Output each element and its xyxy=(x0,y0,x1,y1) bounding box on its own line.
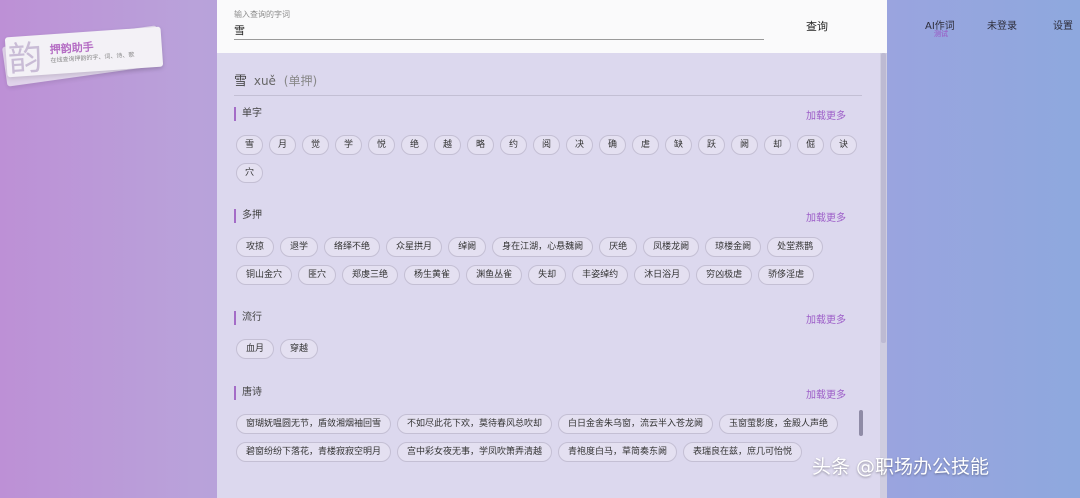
rhyme-chip[interactable]: 众星拱月 xyxy=(386,237,443,257)
watermark: 头条 @职场办公技能 xyxy=(812,456,990,478)
section-title: 唐诗 xyxy=(234,386,862,400)
rhyme-chip[interactable]: 觉 xyxy=(302,135,329,155)
rhyme-chip[interactable]: 骄侈淫虐 xyxy=(758,265,815,285)
rhyme-chip[interactable]: 倔 xyxy=(797,135,824,155)
rhyme-chip[interactable]: 悦 xyxy=(368,135,395,155)
rhyme-chip[interactable]: 却 xyxy=(764,135,791,155)
rhyme-chip[interactable]: 绰阙 xyxy=(448,237,487,257)
rhyme-chip[interactable]: 沐日浴月 xyxy=(634,265,691,285)
logo[interactable]: 韵 押韵助手 在线查询押韵的字、词、诗、歌 xyxy=(4,26,164,81)
section-title: 流行 xyxy=(234,311,862,325)
result-word: 雪 xyxy=(234,74,248,89)
section-popular: 流行 加载更多 血月 穿越 xyxy=(234,311,862,359)
page-scrollbar-thumb[interactable] xyxy=(881,53,886,343)
rhyme-chip[interactable]: 跃 xyxy=(698,135,725,155)
search-input[interactable] xyxy=(234,20,764,40)
search-label: 输入查询的字词 xyxy=(234,10,290,19)
load-more-button[interactable]: 加载更多 xyxy=(806,311,846,326)
rhyme-chip[interactable]: 虐 xyxy=(632,135,659,155)
rhyme-chip[interactable]: 攻掠 xyxy=(236,237,275,257)
rhyme-chip[interactable]: 络绎不绝 xyxy=(324,237,381,257)
rhyme-chip[interactable]: 处堂燕鹊 xyxy=(767,237,824,257)
chip-list: 雪月觉学悦绝越略约阅决确虐缺跃阙却倔诀穴 xyxy=(234,135,862,183)
page-scrollbar[interactable] xyxy=(880,53,887,498)
rhyme-chip[interactable]: 穿越 xyxy=(280,339,319,359)
rhyme-chip[interactable]: 匪穴 xyxy=(298,265,337,285)
section-multi: 多押 加载更多 攻掠 退学 络绎不绝 众星拱月 绰阙 身在江湖，心悬魏阙 厌绝 凤楼龙阙 琼楼金… xyxy=(234,209,862,285)
rhyme-chip[interactable]: 宫中彩女夜无事，学凤吹箫弄清越 xyxy=(397,442,553,462)
results-panel: 雪 xuě (单押) 单字 加载更多 雪月觉学悦绝越略约阅决确虐缺跃阙却倔诀穴 … xyxy=(217,53,887,498)
rhyme-chip[interactable]: 血月 xyxy=(236,339,275,359)
rhyme-chip[interactable]: 学 xyxy=(335,135,362,155)
section-tang-poems: 唐诗 加载更多 窗瑚妩嗢圆无节，盾敛湘烟袖回雪 不如尽此花下欢，莫待春风总吹却 白日… xyxy=(234,386,862,462)
rhyme-chip[interactable]: 越 xyxy=(434,135,461,155)
rhyme-chip[interactable]: 穴 xyxy=(236,163,263,183)
rhyme-chip[interactable]: 丰姿绰约 xyxy=(572,265,629,285)
rhyme-chip[interactable]: 绝 xyxy=(401,135,428,155)
result-heading: 雪 xuě (单押) xyxy=(234,70,317,89)
result-type: (单押) xyxy=(283,74,318,88)
rhyme-chip[interactable]: 青袍度白马，草简奏东阙 xyxy=(558,442,678,462)
rhyme-chip[interactable]: 月 xyxy=(269,135,296,155)
rhyme-chip[interactable]: 诀 xyxy=(830,135,857,155)
rhyme-chip[interactable]: 阙 xyxy=(731,135,758,155)
rhyme-chip[interactable]: 缺 xyxy=(665,135,692,155)
rhyme-chip[interactable]: 凤楼龙阙 xyxy=(643,237,700,257)
search-bar: 输入查询的字词 查询 xyxy=(217,0,887,53)
rhyme-chip[interactable]: 白日金舍朱乌窗，流云半入苍龙阙 xyxy=(558,414,714,434)
rhyme-chip[interactable]: 略 xyxy=(467,135,494,155)
section-single: 单字 加载更多 雪月觉学悦绝越略约阅决确虐缺跃阙却倔诀穴 xyxy=(234,107,862,183)
chip-list: 窗瑚妩嗢圆无节，盾敛湘烟袖回雪 不如尽此花下欢，莫待春风总吹却 白日金舍朱乌窗，流云… xyxy=(234,414,862,462)
nav-settings[interactable]: 设置 xyxy=(1053,17,1073,32)
rhyme-chip[interactable]: 穷凶极虐 xyxy=(696,265,753,285)
logo-glyph: 韵 xyxy=(6,37,44,81)
result-pinyin: xuě xyxy=(253,74,276,88)
section-title: 单字 xyxy=(234,107,862,121)
rhyme-chip[interactable]: 确 xyxy=(599,135,626,155)
rhyme-chip[interactable]: 表瑞良在兹，庶几可怡悦 xyxy=(683,442,803,462)
rhyme-chip[interactable]: 决 xyxy=(566,135,593,155)
rhyme-chip[interactable]: 厌绝 xyxy=(599,237,638,257)
rhyme-chip[interactable]: 渊鱼丛雀 xyxy=(466,265,523,285)
section-title: 多押 xyxy=(234,209,862,223)
rhyme-chip[interactable]: 身在江湖，心悬魏阙 xyxy=(492,237,594,257)
inner-scrollbar-thumb[interactable] xyxy=(859,410,863,436)
rhyme-chip[interactable]: 约 xyxy=(500,135,527,155)
chip-list: 血月 穿越 xyxy=(234,339,862,359)
rhyme-chip[interactable]: 铜山金穴 xyxy=(236,265,293,285)
search-button[interactable]: 查询 xyxy=(789,15,845,37)
heading-divider xyxy=(234,95,862,96)
load-more-button[interactable]: 加载更多 xyxy=(806,209,846,224)
rhyme-chip[interactable]: 郑虔三绝 xyxy=(342,265,399,285)
rhyme-chip[interactable]: 失却 xyxy=(528,265,567,285)
rhyme-chip[interactable]: 杨生黄雀 xyxy=(404,265,461,285)
rhyme-chip[interactable]: 碧窗纷纷下落花，青楼寂寂空明月 xyxy=(236,442,392,462)
rhyme-chip[interactable]: 不如尽此花下欢，莫待春风总吹却 xyxy=(397,414,553,434)
ai-beta-badge: 测试 xyxy=(934,30,948,38)
rhyme-chip[interactable]: 琼楼金阙 xyxy=(705,237,762,257)
rhyme-chip[interactable]: 阅 xyxy=(533,135,560,155)
load-more-button[interactable]: 加载更多 xyxy=(806,386,846,401)
rhyme-chip[interactable]: 雪 xyxy=(236,135,263,155)
rhyme-chip[interactable]: 退学 xyxy=(280,237,319,257)
chip-list: 攻掠 退学 络绎不绝 众星拱月 绰阙 身在江湖，心悬魏阙 厌绝 凤楼龙阙 琼楼金阙 处堂燕鹊铜山金… xyxy=(234,237,862,285)
top-nav: AI作词 测试 未登录 设置 xyxy=(900,17,1080,38)
load-more-button[interactable]: 加载更多 xyxy=(806,107,846,122)
rhyme-chip[interactable]: 玉窗萤影度，金殿人声绝 xyxy=(719,414,839,434)
rhyme-chip[interactable]: 窗瑚妩嗢圆无节，盾敛湘烟袖回雪 xyxy=(236,414,392,434)
nav-login[interactable]: 未登录 xyxy=(987,17,1017,32)
